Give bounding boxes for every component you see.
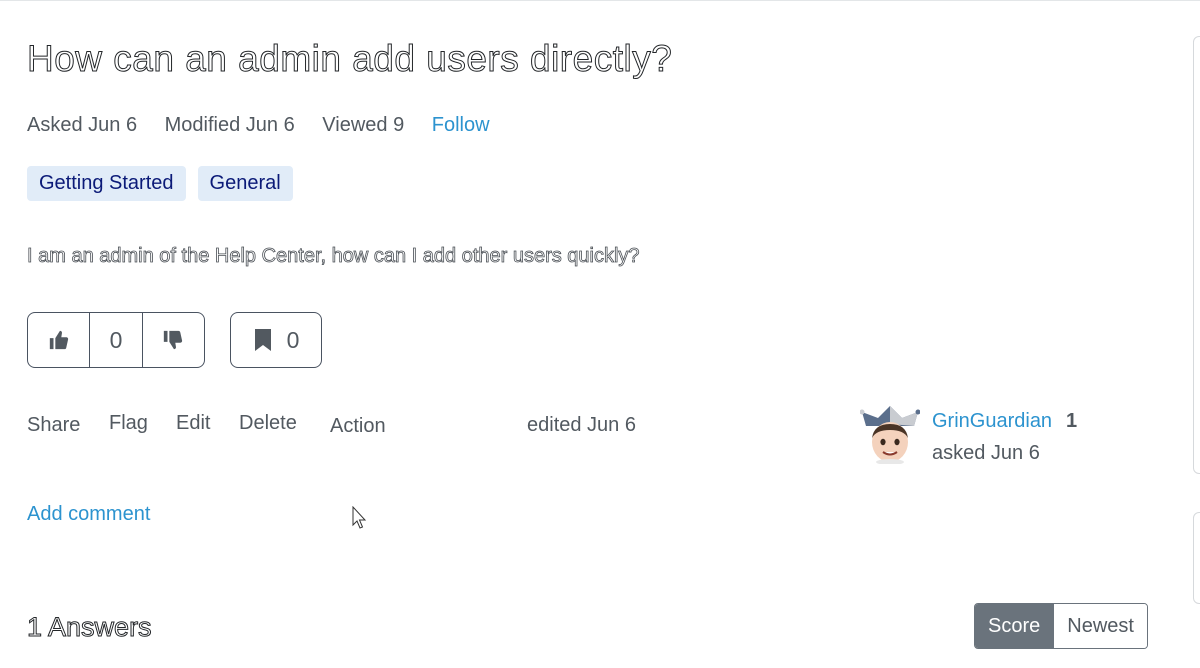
thumbs-up-icon bbox=[49, 330, 68, 350]
view-count: Viewed 9 bbox=[322, 114, 405, 136]
thumbs-down-icon bbox=[164, 330, 183, 350]
modified-date: Modified Jun 6 bbox=[164, 114, 295, 136]
author-name[interactable]: GrinGuardian bbox=[932, 410, 1052, 433]
tag-getting-started[interactable]: Getting Started bbox=[27, 166, 186, 201]
sidebar-card-top bbox=[1193, 36, 1200, 474]
answer-sort-toggle: Score Newest bbox=[974, 603, 1148, 649]
sort-newest-button[interactable]: Newest bbox=[1053, 604, 1147, 648]
sort-score-button[interactable]: Score bbox=[975, 604, 1054, 648]
add-comment-link[interactable]: Add comment bbox=[27, 503, 150, 526]
author-reputation: 1 bbox=[1066, 410, 1078, 432]
edited-timestamp[interactable]: edited Jun 6 bbox=[527, 414, 636, 437]
tag-list: Getting Started General bbox=[27, 166, 293, 201]
vote-control: 0 bbox=[27, 312, 205, 368]
mouse-pointer-icon bbox=[352, 506, 367, 529]
delete-link[interactable]: Delete bbox=[239, 412, 297, 435]
question-page: How can an admin add users directly? Ask… bbox=[0, 0, 1200, 668]
question-body: I am an admin of the Help Center, how ca… bbox=[27, 245, 640, 268]
answers-count-heading: 1 Answers bbox=[27, 612, 153, 643]
bookmark-count: 0 bbox=[286, 326, 300, 353]
question-meta: Asked Jun 6 Modified Jun 6 Viewed 9 Foll… bbox=[27, 114, 512, 137]
author-asked-time: asked Jun 6 bbox=[932, 442, 1040, 464]
bookmark-icon bbox=[254, 329, 271, 351]
vote-count: 0 bbox=[90, 313, 143, 367]
asked-date: Asked Jun 6 bbox=[27, 114, 138, 136]
tag-general[interactable]: General bbox=[197, 166, 293, 201]
share-link[interactable]: Share bbox=[27, 414, 80, 437]
downvote-button[interactable] bbox=[143, 313, 204, 367]
question-title: How can an admin add users directly? bbox=[26, 38, 673, 80]
upvote-button[interactable] bbox=[28, 313, 91, 367]
sidebar-card-bottom bbox=[1193, 512, 1200, 604]
bookmark-button[interactable]: 0 bbox=[230, 312, 322, 368]
author-card: GrinGuardian 1 asked Jun 6 bbox=[860, 404, 1120, 468]
flag-link[interactable]: Flag bbox=[109, 412, 148, 435]
action-menu[interactable]: Action bbox=[330, 415, 386, 438]
edit-link[interactable]: Edit bbox=[176, 412, 210, 435]
jester-avatar-icon[interactable] bbox=[860, 404, 920, 464]
top-divider bbox=[0, 0, 1200, 1]
follow-link[interactable]: Follow bbox=[432, 114, 490, 136]
